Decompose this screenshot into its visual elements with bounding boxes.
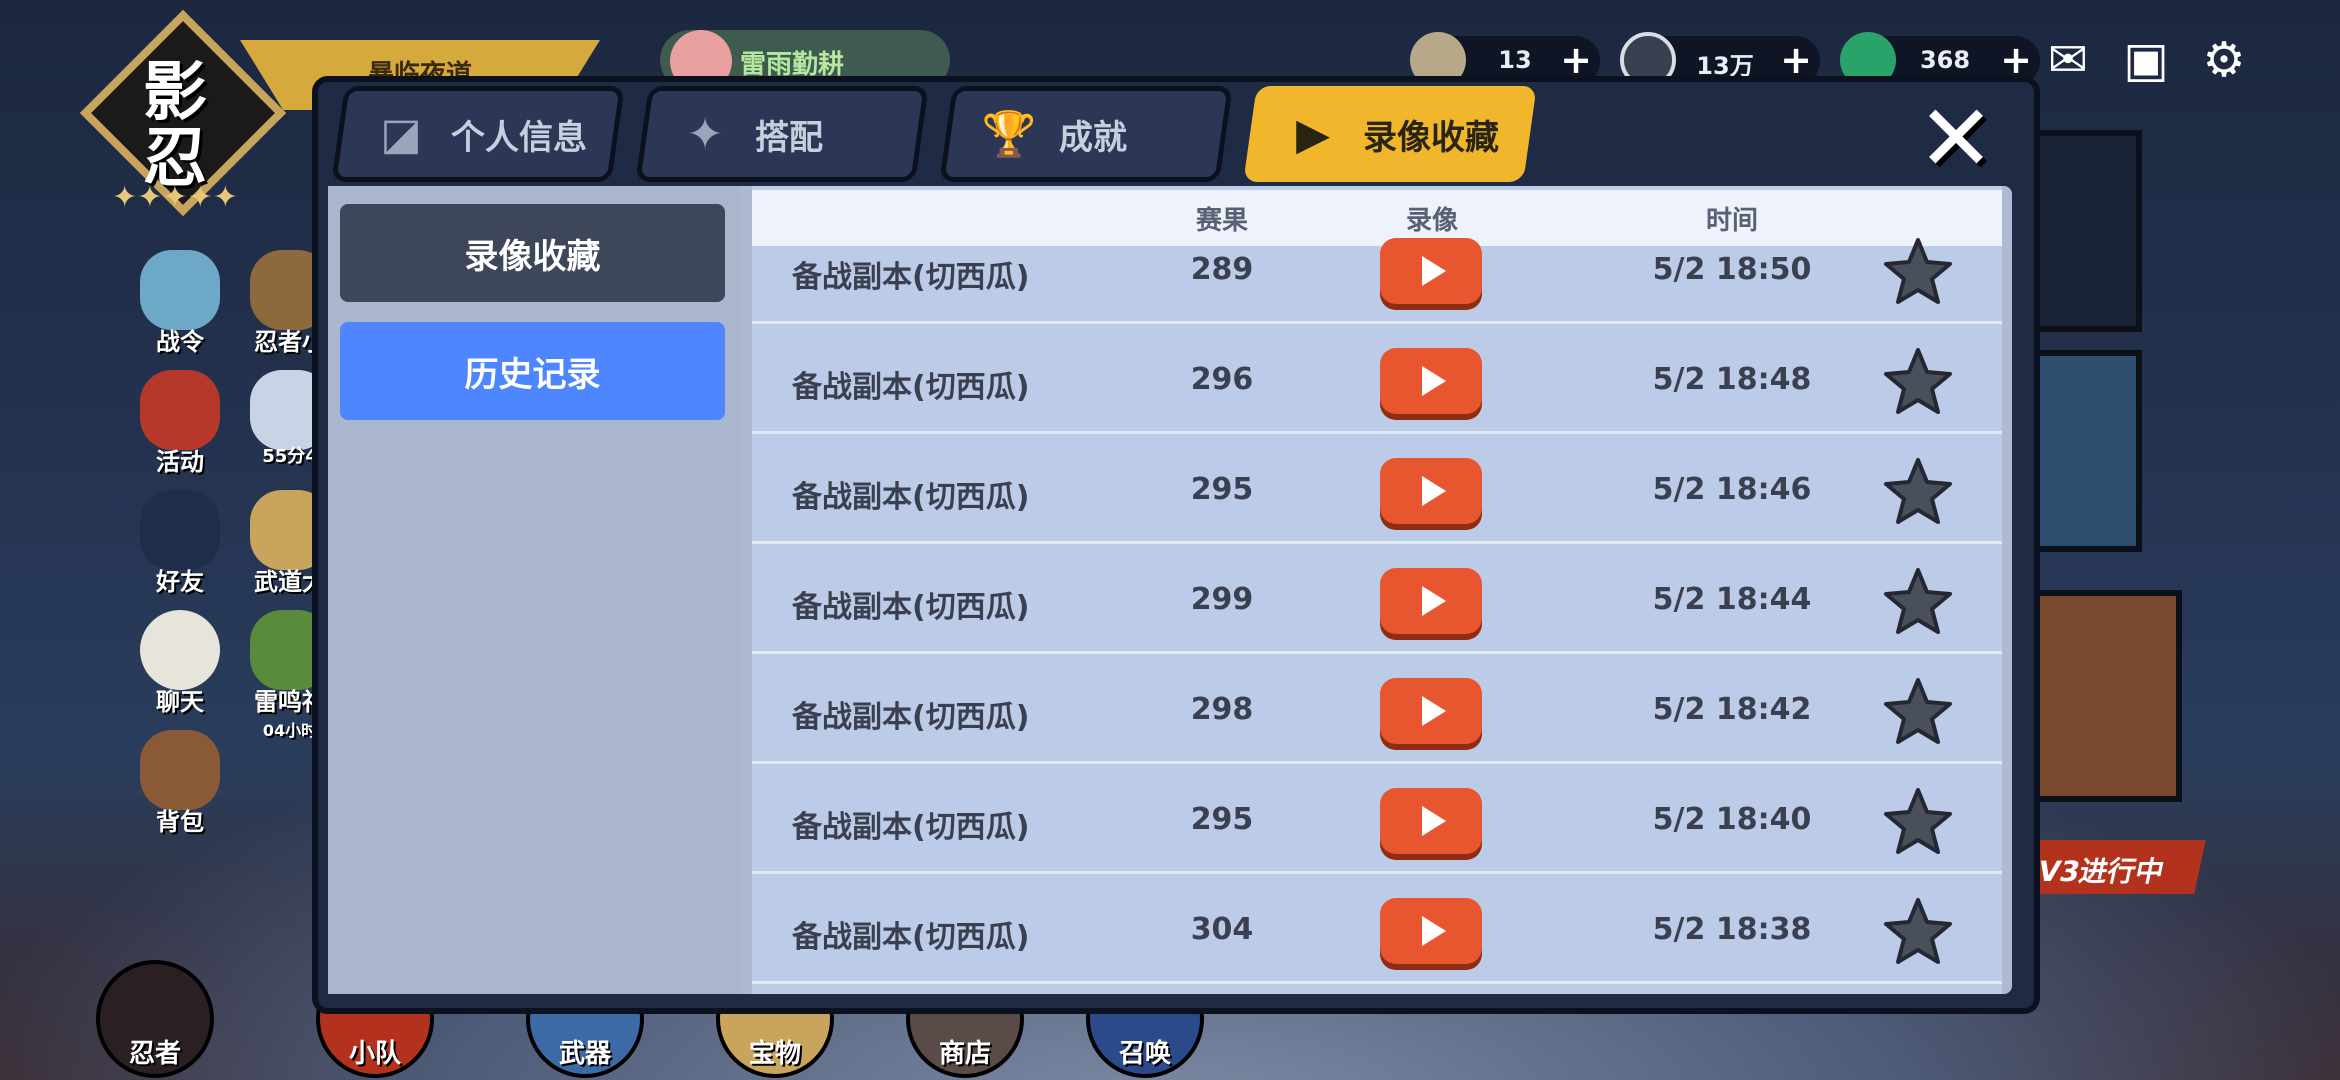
right-banner-art[interactable] [2030,350,2142,552]
table-row: 备战副本(切西瓜) 295 5/2 18:40 [752,770,2002,874]
tab-achievements[interactable]: 🏆 成就 [939,86,1233,182]
shuriken-icon: ✦ [686,108,724,160]
replay-name: 备战副本(切西瓜) [792,920,1030,955]
bag-icon [140,730,220,810]
replay-time: 5/2 18:48 [1652,362,1812,397]
table-row: 备战副本(切西瓜) 296 5/2 18:48 [752,330,2002,434]
replay-score: 296 [1190,362,1254,397]
play-icon [1422,586,1446,616]
sidebar-history-button[interactable]: 历史记录 [340,322,725,420]
game-logo: 影忍 ✦✦✦✦✦ [79,9,287,217]
play-icon [1422,476,1446,506]
friend-icon [140,490,220,570]
favorite-star-icon[interactable] [1882,456,1954,528]
trophy-icon: 🏆 [981,109,1037,160]
replay-time: 5/2 18:42 [1652,692,1812,727]
replay-score: 299 [1190,582,1254,617]
torii-icon [140,370,220,450]
replay-score: 289 [1190,252,1254,287]
play-replay-button[interactable] [1380,678,1482,744]
favorite-star-icon[interactable] [1882,896,1954,968]
play-icon [1422,366,1446,396]
play-replay-button[interactable] [1380,348,1482,414]
replay-name: 备战副本(切西瓜) [792,590,1030,625]
table-row: 备战副本(切西瓜) 295 5/2 18:46 [752,440,2002,544]
replay-time: 5/2 18:46 [1652,472,1812,507]
favorite-star-icon[interactable] [1882,236,1954,308]
table-row: 备战副本(切西瓜) 299 5/2 18:44 [752,550,2002,654]
mail-icon[interactable]: ✉ [2036,30,2100,90]
table-row: 备战副本(切西瓜) 298 5/2 18:42 [752,660,2002,764]
bottom-ninja[interactable]: 忍者 [80,960,230,1080]
tab-loadout[interactable]: ✦ 搭配 [635,86,929,182]
favorite-star-icon[interactable] [1882,676,1954,748]
side-chat[interactable]: 聊天 [125,610,235,720]
pass-icon [140,250,220,330]
table-row: 备战副本(切西瓜) 289 5/2 18:50 [752,220,2002,324]
add-coin-button[interactable]: + [1560,40,1592,80]
play-icon [1422,256,1446,286]
side-pass[interactable]: 战令 [125,250,235,360]
replay-name: 备战副本(切西瓜) [792,810,1030,845]
replay-time: 5/2 18:50 [1652,252,1812,287]
play-replay-button[interactable] [1380,458,1482,524]
add-gold-button[interactable]: + [1780,40,1812,80]
chat-icon [140,610,220,690]
close-button[interactable]: ✕ [1906,93,2006,185]
replay-score: 295 [1190,472,1254,507]
settings-icon[interactable]: ⚙ [2192,30,2256,90]
replay-time: 5/2 18:44 [1652,582,1812,617]
right-banner-art[interactable] [2030,130,2142,332]
add-gem-button[interactable]: + [2000,40,2032,80]
replay-score: 304 [1190,912,1254,947]
replay-time: 5/2 18:38 [1652,912,1812,947]
side-friend[interactable]: 好友 [125,490,235,600]
replay-name: 备战副本(切西瓜) [792,370,1030,405]
play-icon [1422,696,1446,726]
replay-sidebar [328,186,740,994]
play-icon [1422,916,1446,946]
shop-icon[interactable]: ▣ [2114,30,2178,90]
replay-name: 备战副本(切西瓜) [792,480,1030,515]
play-replay-button[interactable] [1380,898,1482,964]
replay-score: 298 [1190,692,1254,727]
tab-replay-favorites[interactable]: ▶ 录像收藏 [1243,86,1537,182]
play-replay-button[interactable] [1380,568,1482,634]
play-icon [1422,806,1446,836]
play-replay-button[interactable] [1380,238,1482,304]
favorite-star-icon[interactable] [1882,566,1954,638]
right-banner-art[interactable] [2020,590,2182,802]
replay-time: 5/2 18:40 [1652,802,1812,837]
replay-name: 备战副本(切西瓜) [792,700,1030,735]
favorite-star-icon[interactable] [1882,786,1954,858]
table-row: 备战副本(切西瓜) 304 5/2 18:38 [752,880,2002,984]
replay-score: 295 [1190,802,1254,837]
sidebar-favorites-button[interactable]: 录像收藏 [340,204,725,302]
id-card-icon: ◪ [380,108,422,160]
replay-name: 备战副本(切西瓜) [792,260,1030,295]
side-bag[interactable]: 背包 [125,730,235,840]
play-replay-button[interactable] [1380,788,1482,854]
tab-personal-info[interactable]: ◪ 个人信息 [331,86,625,182]
favorite-star-icon[interactable] [1882,346,1954,418]
play-icon: ▶ [1296,108,1330,160]
side-activity[interactable]: 活动 [125,370,235,480]
